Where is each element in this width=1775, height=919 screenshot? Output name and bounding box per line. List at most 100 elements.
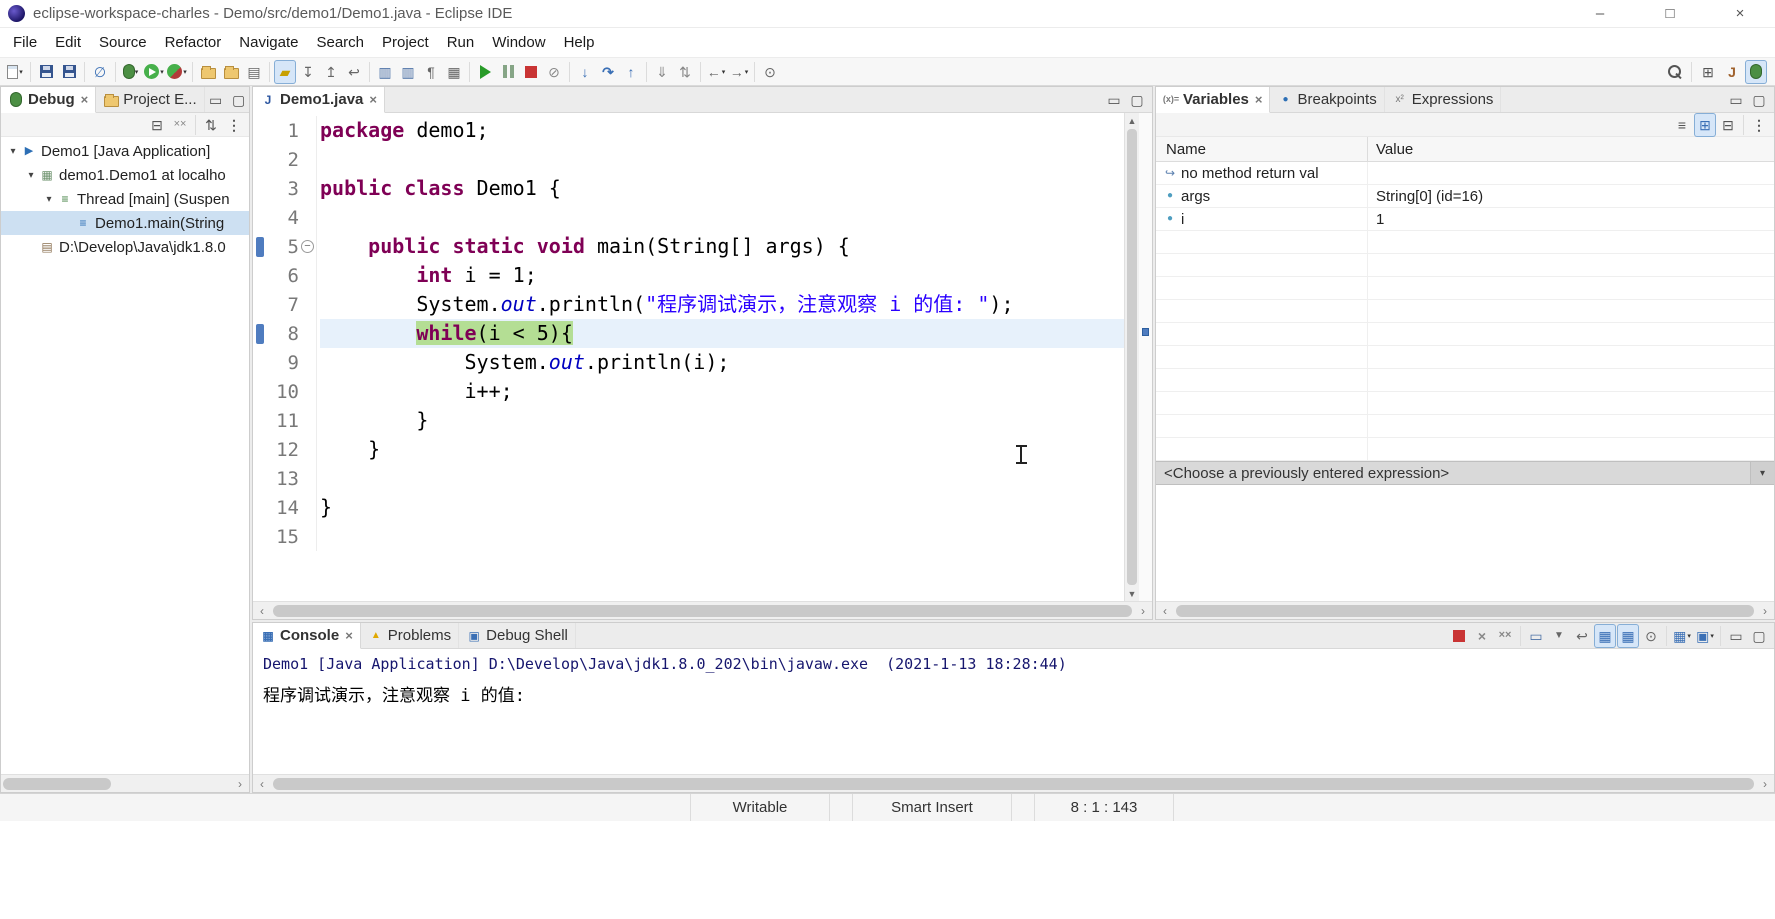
- suspend-button[interactable]: [497, 60, 519, 84]
- expression-combo[interactable]: <Choose a previously entered expression>…: [1156, 461, 1774, 485]
- tree-item[interactable]: ▾ ≡ Thread [main] (Suspen: [1, 187, 249, 211]
- editor-margin[interactable]: [253, 174, 267, 203]
- collapse-all-button[interactable]: ⊟: [146, 113, 168, 137]
- debug-perspective-button[interactable]: [1745, 59, 1767, 84]
- menu-item-navigate[interactable]: Navigate: [230, 28, 307, 57]
- editor-margin[interactable]: [253, 261, 267, 290]
- editor-horizontal-scrollbar[interactable]: ‹ ›: [253, 601, 1152, 619]
- code-text[interactable]: i++;: [320, 377, 1124, 406]
- scrollbar-thumb[interactable]: [1127, 129, 1137, 585]
- coverage-button[interactable]: ▾: [166, 60, 188, 84]
- scroll-right-icon[interactable]: ›: [1134, 602, 1152, 619]
- print-button[interactable]: ▤: [243, 60, 265, 84]
- tab-problems[interactable]: ▲ Problems: [361, 623, 460, 648]
- tree-item[interactable]: ≡ Demo1.main(String: [1, 211, 249, 235]
- close-icon[interactable]: ×: [81, 92, 89, 107]
- remove-launch-button[interactable]: ×: [1471, 624, 1493, 648]
- tab-expressions[interactable]: x² Expressions: [1385, 87, 1502, 112]
- minimize-view-button[interactable]: ▭: [205, 88, 227, 112]
- code-text[interactable]: int i = 1;: [320, 261, 1124, 290]
- use-step-filters-button[interactable]: ⇅: [674, 60, 696, 84]
- tab-console[interactable]: ▦ Console ×: [253, 623, 361, 649]
- line-number[interactable]: 9: [267, 352, 299, 374]
- line-number[interactable]: 14: [267, 497, 299, 519]
- tree-item[interactable]: ▤ D:\Develop\Java\jdk1.8.0: [1, 235, 249, 259]
- block-selection-button[interactable]: ▦: [443, 60, 465, 84]
- scroll-lock-button[interactable]: ▼: [1548, 624, 1570, 648]
- collapse-all-button[interactable]: ⊟: [1717, 113, 1739, 137]
- variable-row[interactable]: ↪ no method return val: [1156, 162, 1774, 185]
- tab-debug-shell[interactable]: ▣ Debug Shell: [459, 623, 576, 648]
- drop-to-frame-button[interactable]: ⇓: [651, 60, 673, 84]
- terminate-button[interactable]: [520, 60, 542, 84]
- scroll-right-icon[interactable]: ›: [1756, 602, 1774, 619]
- close-icon[interactable]: ×: [369, 92, 377, 107]
- line-number[interactable]: 15: [267, 526, 299, 548]
- remove-all-terminated-button[interactable]: ××: [169, 113, 191, 137]
- save-button[interactable]: [35, 60, 57, 84]
- next-annotation-button[interactable]: ↧: [297, 60, 319, 84]
- import-folder-button[interactable]: [220, 60, 242, 84]
- filter-button[interactable]: ⇅: [200, 113, 222, 137]
- close-icon[interactable]: ×: [1255, 92, 1263, 107]
- maximize-button[interactable]: □: [1635, 0, 1705, 27]
- java-perspective-button[interactable]: J: [1721, 60, 1743, 84]
- open-console-button[interactable]: ▣ ▾: [1694, 624, 1716, 648]
- last-edit-location-button[interactable]: ↩: [343, 60, 365, 84]
- view-menu-button[interactable]: ⋮: [1748, 113, 1770, 137]
- maximize-view-button[interactable]: ▢: [1748, 624, 1770, 648]
- tab-project-e-[interactable]: Project E...: [96, 87, 205, 112]
- search-button[interactable]: [1664, 60, 1686, 84]
- code-area[interactable]: 1 package demo1; 2 3 public class Demo1 {4 5−…: [253, 113, 1124, 601]
- terminate-button[interactable]: [1448, 624, 1470, 648]
- close-button[interactable]: ×: [1705, 0, 1775, 27]
- menu-item-file[interactable]: File: [4, 28, 46, 57]
- current-line-marker-icon[interactable]: [1142, 327, 1149, 336]
- minimize-view-button[interactable]: ▭: [1725, 624, 1747, 648]
- chevron-down-icon[interactable]: ▾: [1750, 462, 1774, 484]
- console-body[interactable]: Demo1 [Java Application] D:\Develop\Java…: [253, 649, 1774, 774]
- code-text[interactable]: public static void main(String[] args) {: [320, 232, 1124, 261]
- scroll-right-icon[interactable]: ›: [1756, 775, 1774, 792]
- show-logical-structures-button[interactable]: ⊞: [1694, 113, 1716, 137]
- editor-margin[interactable]: [253, 493, 267, 522]
- scroll-left-icon[interactable]: ‹: [253, 602, 271, 619]
- line-number[interactable]: 11: [267, 410, 299, 432]
- code-text[interactable]: }: [320, 493, 1124, 522]
- column-header-name[interactable]: Name: [1156, 137, 1368, 161]
- line-number[interactable]: 3: [267, 178, 299, 200]
- tab-debug[interactable]: Debug ×: [1, 87, 97, 113]
- editor-margin[interactable]: [253, 522, 267, 551]
- line-number[interactable]: 12: [267, 439, 299, 461]
- menu-item-project[interactable]: Project: [373, 28, 438, 57]
- expander-icon[interactable]: ▾: [41, 194, 57, 205]
- tree-item[interactable]: ▾ ▦ demo1.Demo1 at localho: [1, 163, 249, 187]
- show-type-names-button[interactable]: ≡: [1671, 113, 1693, 137]
- menu-item-edit[interactable]: Edit: [46, 28, 90, 57]
- tab-variables[interactable]: (x)= Variables ×: [1156, 87, 1271, 113]
- scroll-left-icon[interactable]: ‹: [253, 775, 271, 792]
- run-button[interactable]: ▾: [143, 60, 165, 84]
- pin-console-button[interactable]: ⊙: [1640, 624, 1662, 648]
- collapse-icon[interactable]: −: [301, 240, 314, 253]
- line-number[interactable]: 8: [267, 323, 299, 345]
- scrollbar-thumb[interactable]: [273, 777, 1754, 790]
- show-on-stdout-button[interactable]: ▦: [1594, 623, 1616, 648]
- detail-pane[interactable]: [1156, 485, 1774, 601]
- minimize-view-button[interactable]: ▭: [1725, 88, 1747, 112]
- variable-row[interactable]: ● i 1: [1156, 208, 1774, 231]
- debug-button[interactable]: ▾: [120, 60, 142, 84]
- line-number[interactable]: 5: [267, 236, 299, 258]
- line-number[interactable]: 4: [267, 207, 299, 229]
- save-all-button[interactable]: [58, 60, 80, 84]
- menu-item-help[interactable]: Help: [555, 28, 604, 57]
- minimize-view-button[interactable]: ▭: [1103, 88, 1125, 112]
- menu-item-window[interactable]: Window: [483, 28, 554, 57]
- editor-margin[interactable]: [253, 377, 267, 406]
- variable-row[interactable]: ● args String[0] (id=16): [1156, 185, 1774, 208]
- close-icon[interactable]: ×: [345, 628, 353, 643]
- editor-margin[interactable]: [253, 348, 267, 377]
- expander-icon[interactable]: ▾: [23, 170, 39, 181]
- code-text[interactable]: while(i < 5){: [320, 319, 1124, 348]
- scroll-down-icon[interactable]: ▼: [1125, 586, 1139, 601]
